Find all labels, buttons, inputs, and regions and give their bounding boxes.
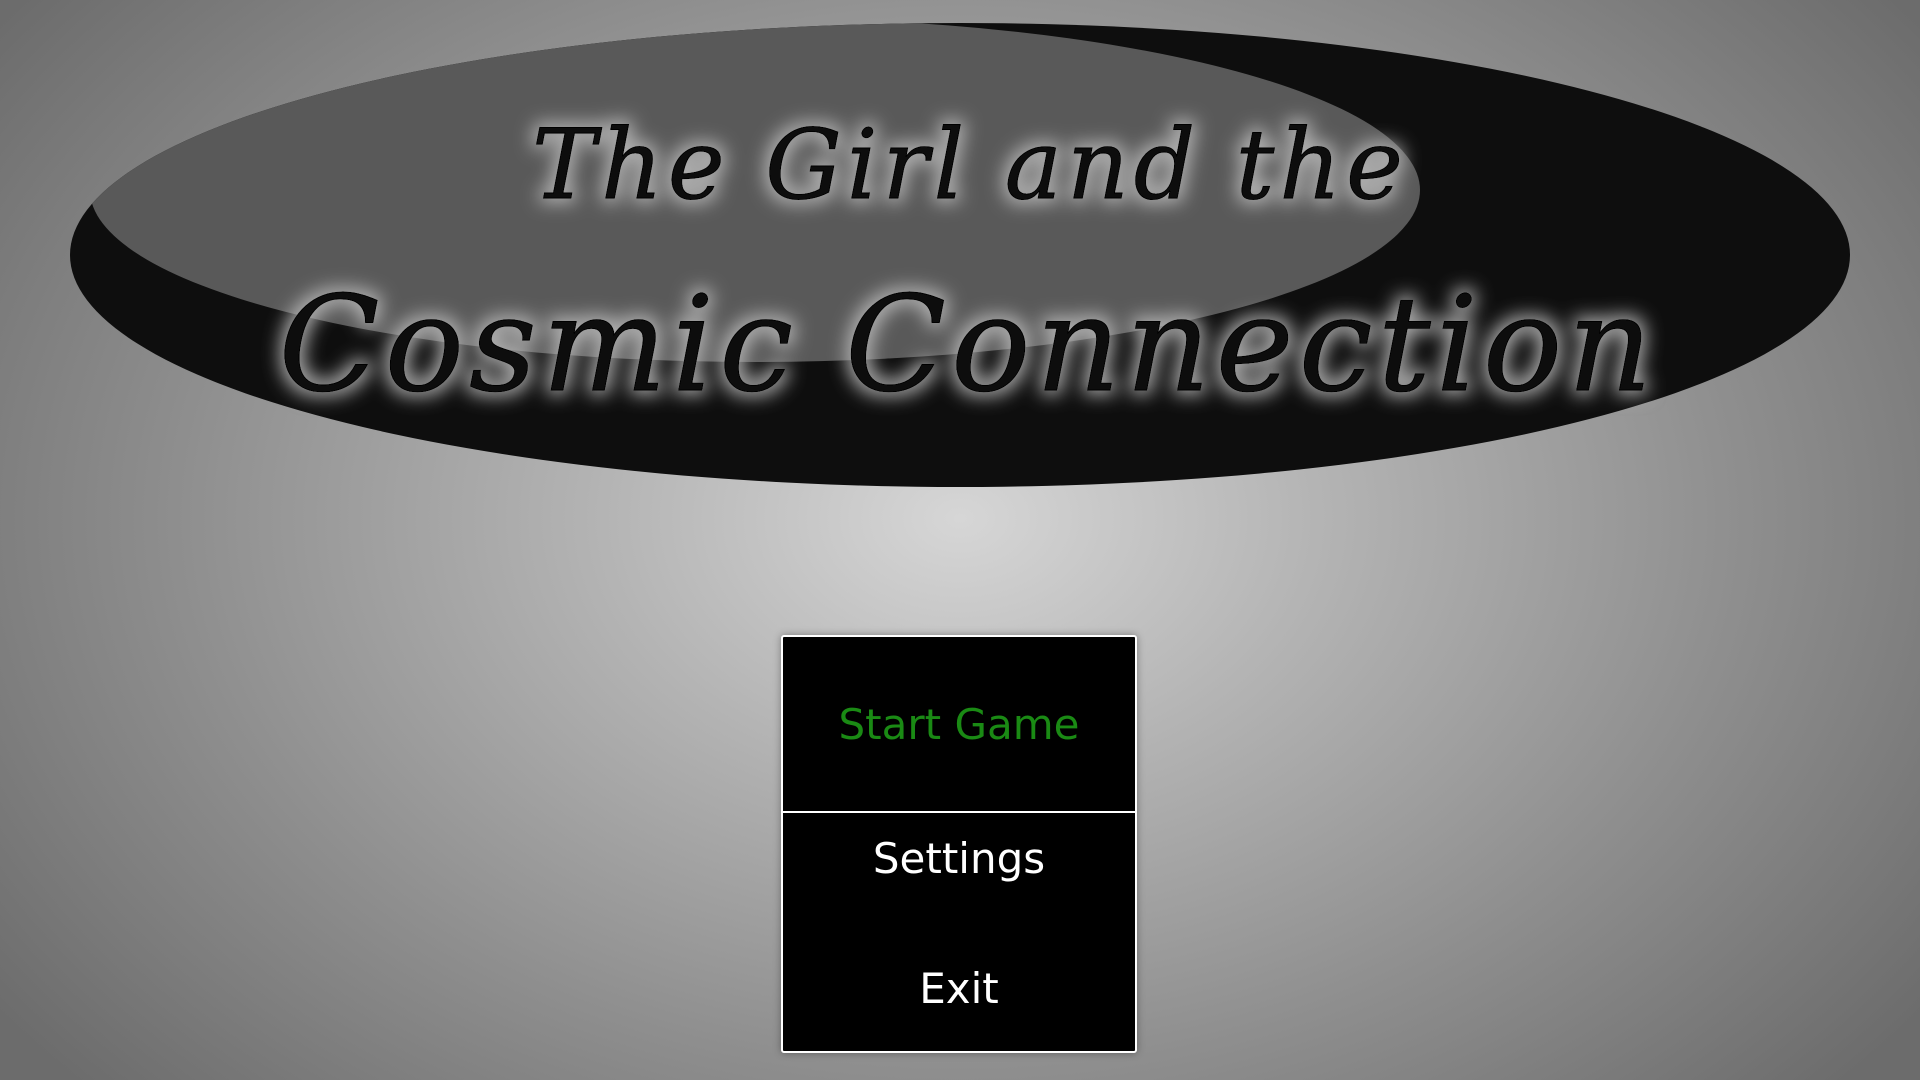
start-game-label: Start Game: [838, 699, 1080, 749]
game-title-line2: Cosmic Connection: [279, 268, 1658, 422]
main-menu: Start Game Settings Exit: [781, 635, 1137, 1053]
settings-label: Settings: [872, 833, 1046, 883]
start-game-button[interactable]: Start Game: [783, 637, 1135, 813]
exit-button[interactable]: Exit: [783, 933, 1135, 1043]
settings-button[interactable]: Settings: [783, 813, 1135, 903]
exit-label: Exit: [919, 963, 999, 1013]
title-logo: The Girl and the Cosmic Connection: [70, 23, 1850, 487]
game-title-line1: The Girl and the: [532, 109, 1408, 221]
